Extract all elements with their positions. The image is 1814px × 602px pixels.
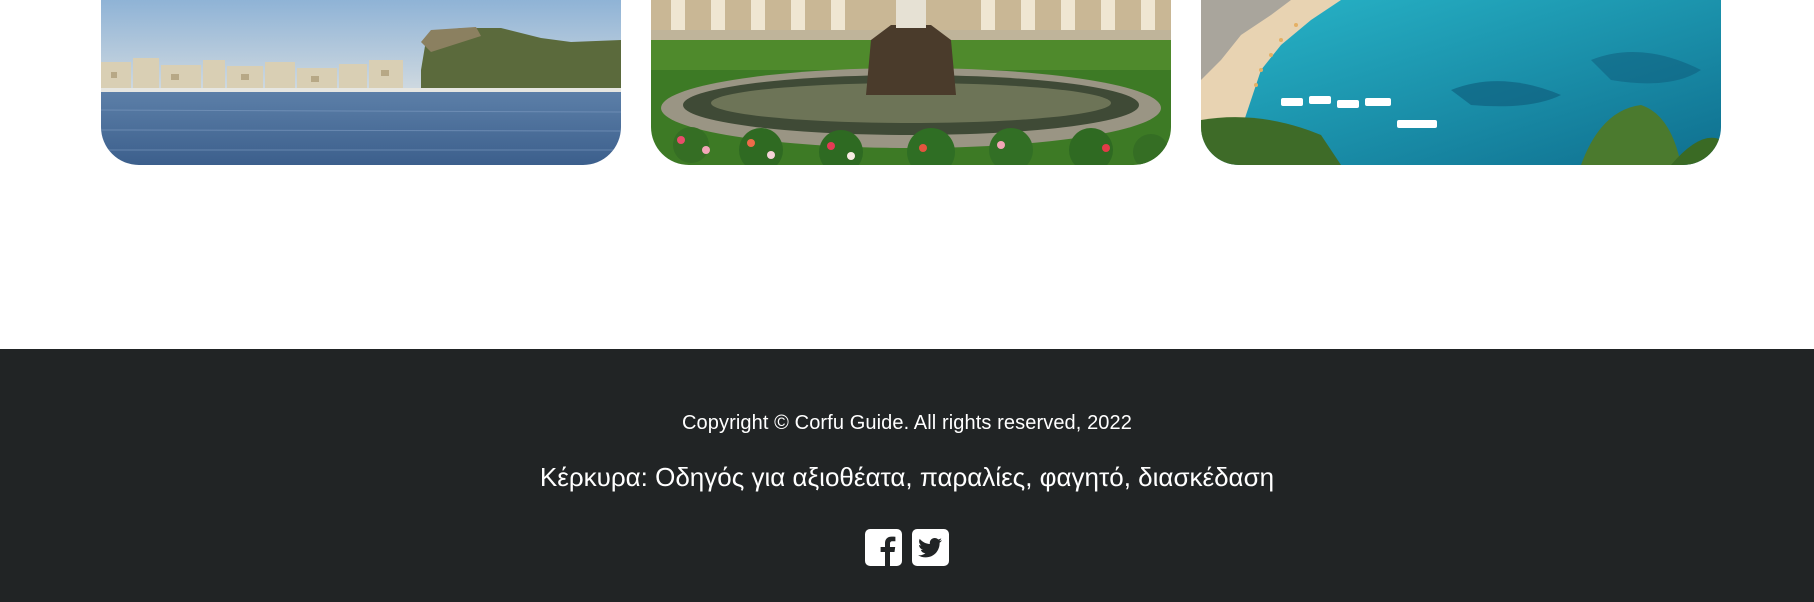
gallery-cards [101,0,1721,165]
site-footer: Copyright © Corfu Guide. All rights rese… [0,349,1814,602]
social-links [0,529,1814,566]
facebook-square-icon [865,529,902,566]
page: Copyright © Corfu Guide. All rights rese… [0,0,1814,602]
facebook-link[interactable] [865,529,902,566]
copyright-text: Copyright © Corfu Guide. All rights rese… [682,412,1132,434]
card-old-town-harbour[interactable] [101,0,621,165]
photo-fountain-garden [651,0,1171,165]
photo-old-town-harbour [101,0,621,165]
photo-beach-bay [1201,0,1721,165]
footer-tagline: Κέρκυρα: Οδηγός για αξιοθέατα, παραλίες,… [539,462,1275,492]
card-beach-bay[interactable] [1201,0,1721,165]
twitter-link[interactable] [912,529,949,566]
twitter-square-icon [912,529,949,566]
card-fountain-garden[interactable] [651,0,1171,165]
